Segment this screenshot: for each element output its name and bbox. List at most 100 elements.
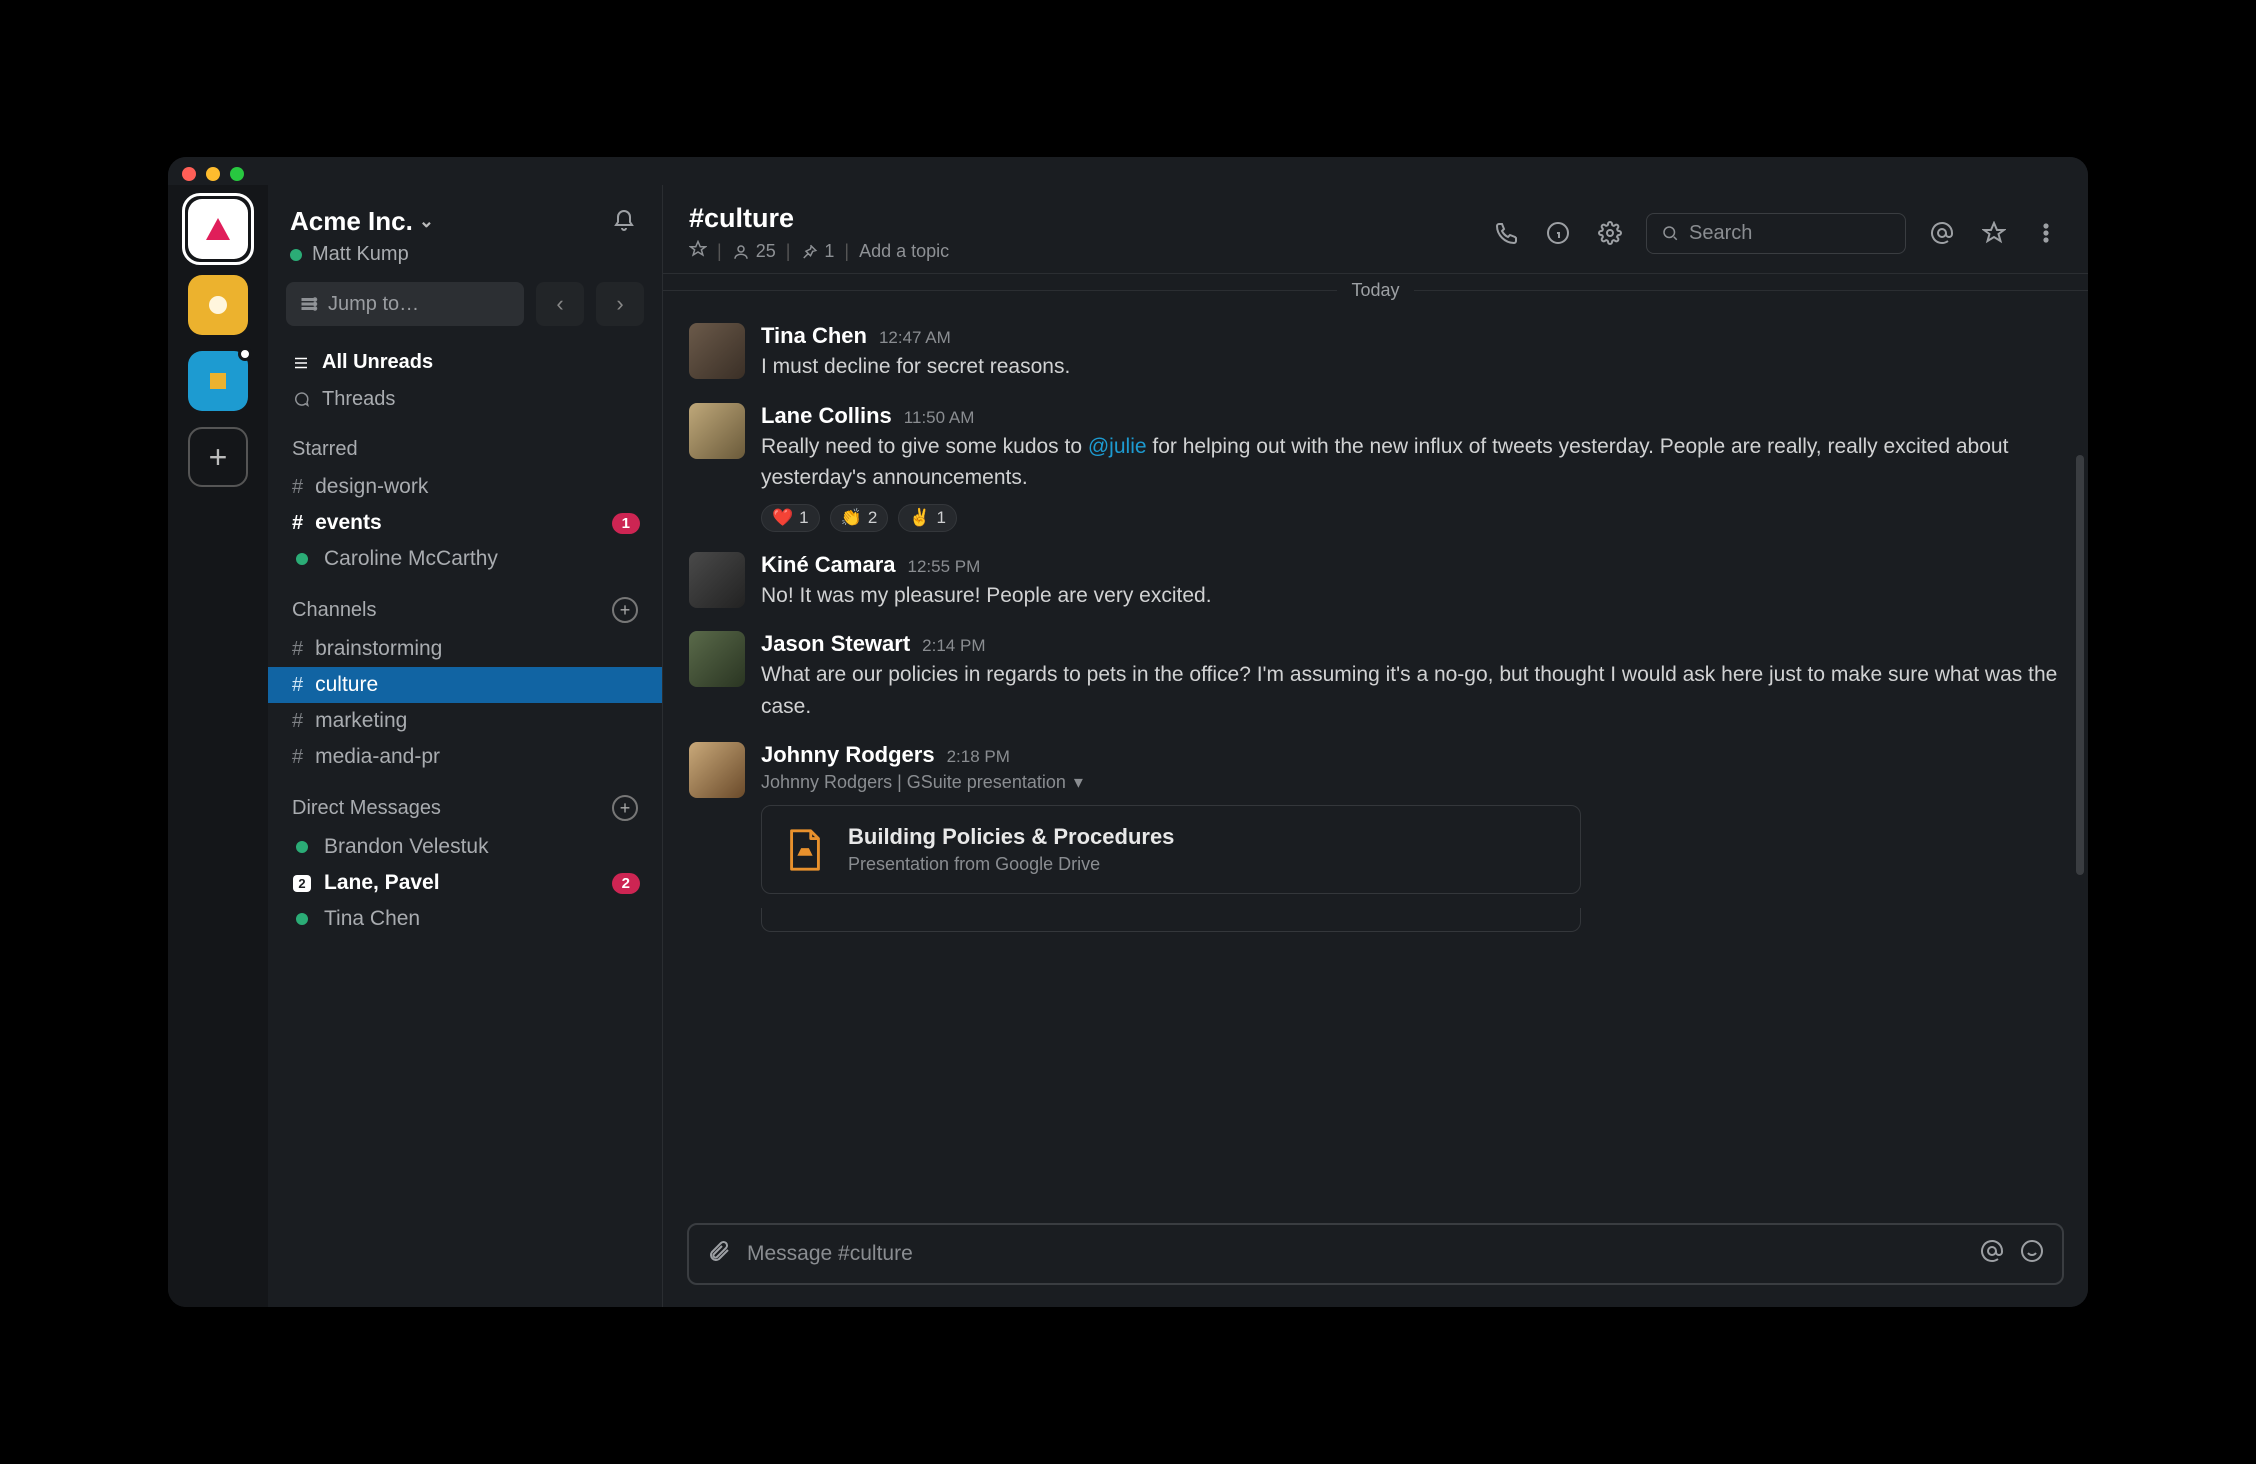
chevron-down-icon: ⌄ xyxy=(419,211,434,232)
call-icon[interactable] xyxy=(1490,217,1522,249)
sidebar-item-brainstorming[interactable]: # brainstorming xyxy=(268,631,662,667)
sidebar-item-brandon[interactable]: Brandon Velestuk xyxy=(268,829,662,865)
workspace-tile-3[interactable] xyxy=(188,351,248,411)
add-channel-button[interactable]: + xyxy=(612,597,638,623)
message-list[interactable]: Tina Chen 12:47 AM I must decline for se… xyxy=(663,307,2088,1213)
reaction-count: 1 xyxy=(936,508,945,528)
window-zoom-button[interactable] xyxy=(230,167,244,181)
hash-icon: # xyxy=(292,638,303,661)
channel-header: #culture | 25 | 1 | xyxy=(663,185,2088,274)
channel-star-icon[interactable] xyxy=(689,240,707,263)
member-count-value: 25 xyxy=(756,241,776,262)
mention-link[interactable]: @julie xyxy=(1088,435,1147,458)
workspace-tile-1[interactable] xyxy=(188,199,248,259)
all-unreads-link[interactable]: All Unreads xyxy=(268,344,662,381)
workspace-switcher[interactable]: Acme Inc. ⌄ xyxy=(290,206,434,237)
sidebar-item-tina[interactable]: Tina Chen xyxy=(268,901,662,937)
add-dm-button[interactable]: + xyxy=(612,795,638,821)
message[interactable]: Lane Collins 11:50 AM Really need to giv… xyxy=(689,393,2062,542)
reaction[interactable]: 👏2 xyxy=(830,504,889,532)
message-author[interactable]: Kiné Camara xyxy=(761,552,896,578)
attachment-preview-placeholder xyxy=(761,908,1581,932)
add-topic-link[interactable]: Add a topic xyxy=(859,241,949,262)
reaction-count: 1 xyxy=(799,508,808,528)
sidebar-item-design-work[interactable]: # design-work xyxy=(268,469,662,505)
threads-link[interactable]: Threads xyxy=(268,381,662,418)
unread-badge: 2 xyxy=(612,873,640,894)
scrollbar[interactable] xyxy=(2076,455,2084,875)
sidebar: Acme Inc. ⌄ Matt Kump Jump to… ‹ › xyxy=(268,185,663,1307)
workspace-tile-2[interactable] xyxy=(188,275,248,335)
dm-member-count: 2 xyxy=(293,875,310,892)
message[interactable]: Tina Chen 12:47 AM I must decline for se… xyxy=(689,313,2062,393)
message-timestamp: 2:14 PM xyxy=(922,636,985,656)
add-workspace-button[interactable]: + xyxy=(188,427,248,487)
workspace-name: Acme Inc. xyxy=(290,206,413,237)
window-close-button[interactable] xyxy=(182,167,196,181)
history-back-button[interactable]: ‹ xyxy=(536,282,584,326)
reaction-emoji: ✌️ xyxy=(909,508,930,528)
settings-gear-icon[interactable] xyxy=(1594,217,1626,249)
caret-down-icon: ▾ xyxy=(1074,772,1083,793)
channel-title[interactable]: #culture xyxy=(689,203,949,234)
sidebar-item-caroline[interactable]: Caroline McCarthy xyxy=(268,541,662,577)
message-composer[interactable]: Message #culture xyxy=(687,1223,2064,1285)
message-text: No! It was my pleasure! People are very … xyxy=(761,580,2062,612)
reaction-emoji: ❤️ xyxy=(772,508,793,528)
threads-label: Threads xyxy=(322,388,395,411)
section-channels-header[interactable]: Channels + xyxy=(268,577,662,631)
section-dms-label: Direct Messages xyxy=(292,797,441,820)
notifications-bell-icon[interactable] xyxy=(608,205,640,237)
sidebar-item-media-and-pr[interactable]: # media-and-pr xyxy=(268,739,662,775)
search-placeholder: Search xyxy=(1689,222,1752,245)
google-drive-file-icon xyxy=(782,827,828,873)
section-starred-header[interactable]: Starred xyxy=(268,418,662,469)
sidebar-item-events[interactable]: # events 1 xyxy=(268,505,662,541)
window-minimize-button[interactable] xyxy=(206,167,220,181)
sidebar-item-label: Lane, Pavel xyxy=(324,871,440,895)
attachment-card[interactable]: Building Policies & Procedures Presentat… xyxy=(761,805,1581,894)
sidebar-item-culture[interactable]: # culture xyxy=(268,667,662,703)
avatar[interactable] xyxy=(689,631,745,687)
info-icon[interactable] xyxy=(1542,217,1574,249)
message-author[interactable]: Johnny Rodgers xyxy=(761,742,935,768)
member-count[interactable]: 25 xyxy=(732,241,776,262)
emoji-icon[interactable] xyxy=(2020,1239,2044,1269)
message-text: I must decline for secret reasons. xyxy=(761,351,2062,383)
section-dms-header[interactable]: Direct Messages + xyxy=(268,775,662,829)
jump-to-placeholder: Jump to… xyxy=(328,293,419,316)
search-input[interactable]: Search xyxy=(1646,213,1906,254)
reaction[interactable]: ❤️ 1 xyxy=(761,504,820,532)
mentions-icon[interactable] xyxy=(1926,217,1958,249)
sidebar-item-label: culture xyxy=(315,673,378,697)
attach-file-icon[interactable] xyxy=(707,1239,731,1269)
starred-items-icon[interactable] xyxy=(1978,217,2010,249)
hash-icon: # xyxy=(292,674,303,697)
pin-count[interactable]: 1 xyxy=(800,241,834,262)
avatar[interactable] xyxy=(689,552,745,608)
sidebar-item-marketing[interactable]: # marketing xyxy=(268,703,662,739)
reaction[interactable]: ✌️ 1 xyxy=(898,504,957,532)
message-author[interactable]: Tina Chen xyxy=(761,323,867,349)
attachment-meta[interactable]: Johnny Rodgers | GSuite presentation ▾ xyxy=(761,772,2062,793)
avatar[interactable] xyxy=(689,742,745,798)
message[interactable]: Kiné Camara 12:55 PM No! It was my pleas… xyxy=(689,542,2062,622)
avatar[interactable] xyxy=(689,323,745,379)
mention-icon[interactable] xyxy=(1980,1239,2004,1269)
history-forward-button[interactable]: › xyxy=(596,282,644,326)
jump-to-input[interactable]: Jump to… xyxy=(286,282,524,326)
sidebar-item-lane-pavel[interactable]: 2 Lane, Pavel 2 xyxy=(268,865,662,901)
sidebar-item-label: Brandon Velestuk xyxy=(324,835,489,859)
message-text: Really need to give some kudos to @julie… xyxy=(761,431,2062,494)
avatar[interactable] xyxy=(689,403,745,459)
message[interactable]: Johnny Rodgers 2:18 PM Johnny Rodgers | … xyxy=(689,732,2062,942)
message[interactable]: Jason Stewart 2:14 PM What are our polic… xyxy=(689,621,2062,732)
message-author[interactable]: Jason Stewart xyxy=(761,631,910,657)
current-user[interactable]: Matt Kump xyxy=(268,243,662,282)
message-timestamp: 11:50 AM xyxy=(904,408,975,428)
workspace-rail: + xyxy=(168,185,268,1307)
hash-icon: # xyxy=(292,710,303,733)
message-timestamp: 2:18 PM xyxy=(947,747,1010,767)
message-author[interactable]: Lane Collins xyxy=(761,403,892,429)
more-actions-icon[interactable] xyxy=(2030,217,2062,249)
